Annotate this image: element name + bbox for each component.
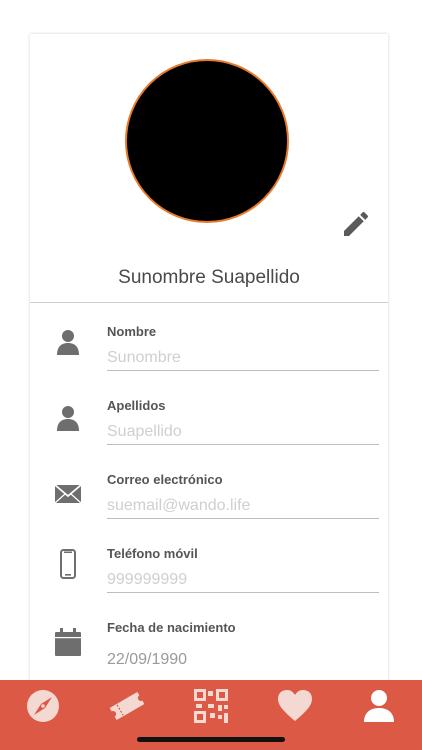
field-first-name: Nombre bbox=[30, 314, 388, 388]
avatar[interactable] bbox=[125, 59, 289, 223]
tab-tickets[interactable] bbox=[105, 688, 149, 724]
phone-label: Teléfono móvil bbox=[107, 546, 198, 561]
favorites-icon bbox=[278, 690, 312, 721]
qr-code-icon bbox=[194, 689, 228, 723]
envelope-icon bbox=[54, 484, 82, 504]
field-last-name: Apellidos bbox=[30, 388, 388, 462]
field-phone: Teléfono móvil bbox=[30, 536, 388, 610]
phone-icon bbox=[60, 549, 76, 579]
first-name-input[interactable] bbox=[107, 346, 379, 371]
last-name-label: Apellidos bbox=[107, 398, 166, 413]
email-input[interactable] bbox=[107, 494, 379, 519]
birthdate-label: Fecha de nacimiento bbox=[107, 620, 236, 635]
divider bbox=[30, 302, 388, 303]
profile-screen: Sunombre Suapellido Nombre Apellidos bbox=[0, 0, 422, 750]
first-name-label: Nombre bbox=[107, 324, 157, 339]
calendar-icon bbox=[55, 628, 81, 656]
user-icon bbox=[57, 406, 79, 431]
home-indicator bbox=[137, 737, 285, 742]
tab-explore[interactable] bbox=[21, 688, 65, 724]
phone-input[interactable] bbox=[107, 568, 379, 593]
user-icon bbox=[57, 330, 79, 355]
field-email: Correo electrónico bbox=[30, 462, 388, 536]
profile-full-name: Sunombre Suapellido bbox=[118, 267, 300, 288]
tab-favorites[interactable] bbox=[273, 688, 317, 724]
birthdate-input[interactable] bbox=[107, 648, 379, 672]
tickets-icon bbox=[109, 691, 145, 721]
last-name-input[interactable] bbox=[107, 420, 379, 445]
edit-button[interactable] bbox=[340, 208, 372, 240]
profile-icon bbox=[364, 690, 394, 722]
field-birthdate: Fecha de nacimiento bbox=[30, 610, 388, 684]
tab-qr-code[interactable] bbox=[189, 688, 233, 724]
email-label: Correo electrónico bbox=[107, 472, 223, 487]
pencil-icon bbox=[344, 211, 369, 236]
profile-card: Sunombre Suapellido Nombre Apellidos bbox=[30, 34, 388, 714]
explore-icon bbox=[27, 690, 59, 722]
tab-profile[interactable] bbox=[357, 688, 401, 724]
